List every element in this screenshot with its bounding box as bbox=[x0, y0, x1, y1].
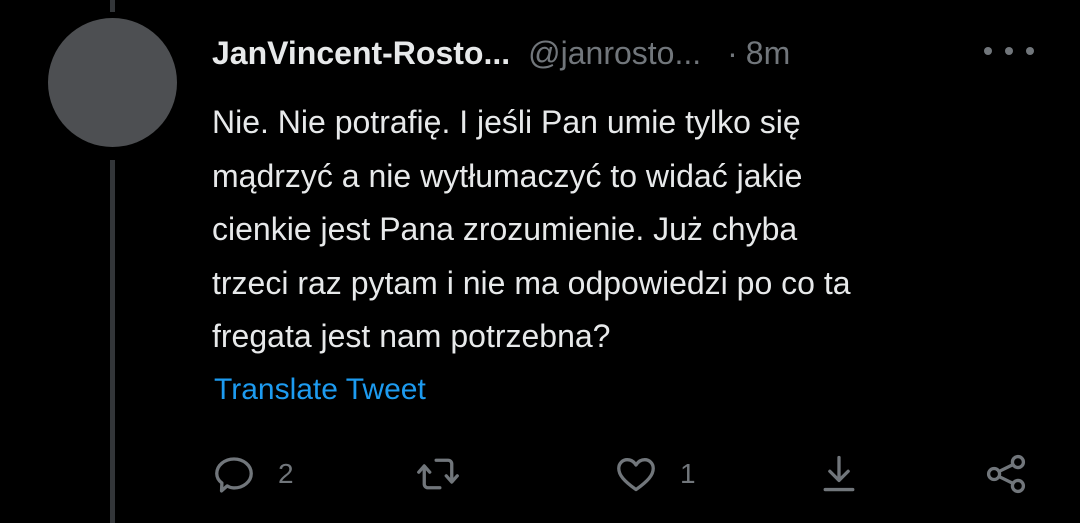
avatar[interactable] bbox=[48, 18, 177, 147]
heart-icon bbox=[617, 458, 655, 492]
download-icon bbox=[823, 455, 855, 492]
more-dot-icon bbox=[1005, 47, 1013, 55]
reply-button[interactable]: 2 bbox=[212, 448, 294, 500]
tweet-timestamp[interactable]: 8m bbox=[746, 35, 790, 72]
translate-tweet-link[interactable]: Translate Tweet bbox=[214, 373, 426, 407]
more-options-button[interactable] bbox=[984, 40, 1034, 62]
more-dot-icon bbox=[984, 47, 992, 55]
header-separator: · bbox=[727, 34, 738, 71]
author-handle[interactable]: @janrosto... bbox=[528, 35, 701, 72]
author-display-name[interactable]: JanVincent-Rosto... bbox=[212, 35, 510, 72]
like-count: 1 bbox=[680, 458, 696, 489]
tweet-text: Nie. Nie potrafię. I jeśli Pan umie tylk… bbox=[212, 104, 851, 354]
retweet-icon bbox=[417, 458, 459, 490]
download-button[interactable] bbox=[817, 448, 861, 500]
tweet-header: JanVincent-Rosto... @janrosto... · 8m bbox=[212, 30, 790, 76]
share-button[interactable] bbox=[984, 448, 1028, 500]
reply-count: 2 bbox=[278, 458, 294, 489]
reply-icon bbox=[215, 457, 253, 493]
more-dot-icon bbox=[1026, 47, 1034, 55]
like-button[interactable]: 1 bbox=[614, 448, 696, 500]
tweet-actions: 2 1 bbox=[212, 448, 1042, 500]
thread-line-top bbox=[110, 0, 115, 12]
thread-line bbox=[110, 160, 115, 523]
share-icon bbox=[986, 454, 1026, 494]
retweet-button[interactable] bbox=[416, 448, 460, 500]
